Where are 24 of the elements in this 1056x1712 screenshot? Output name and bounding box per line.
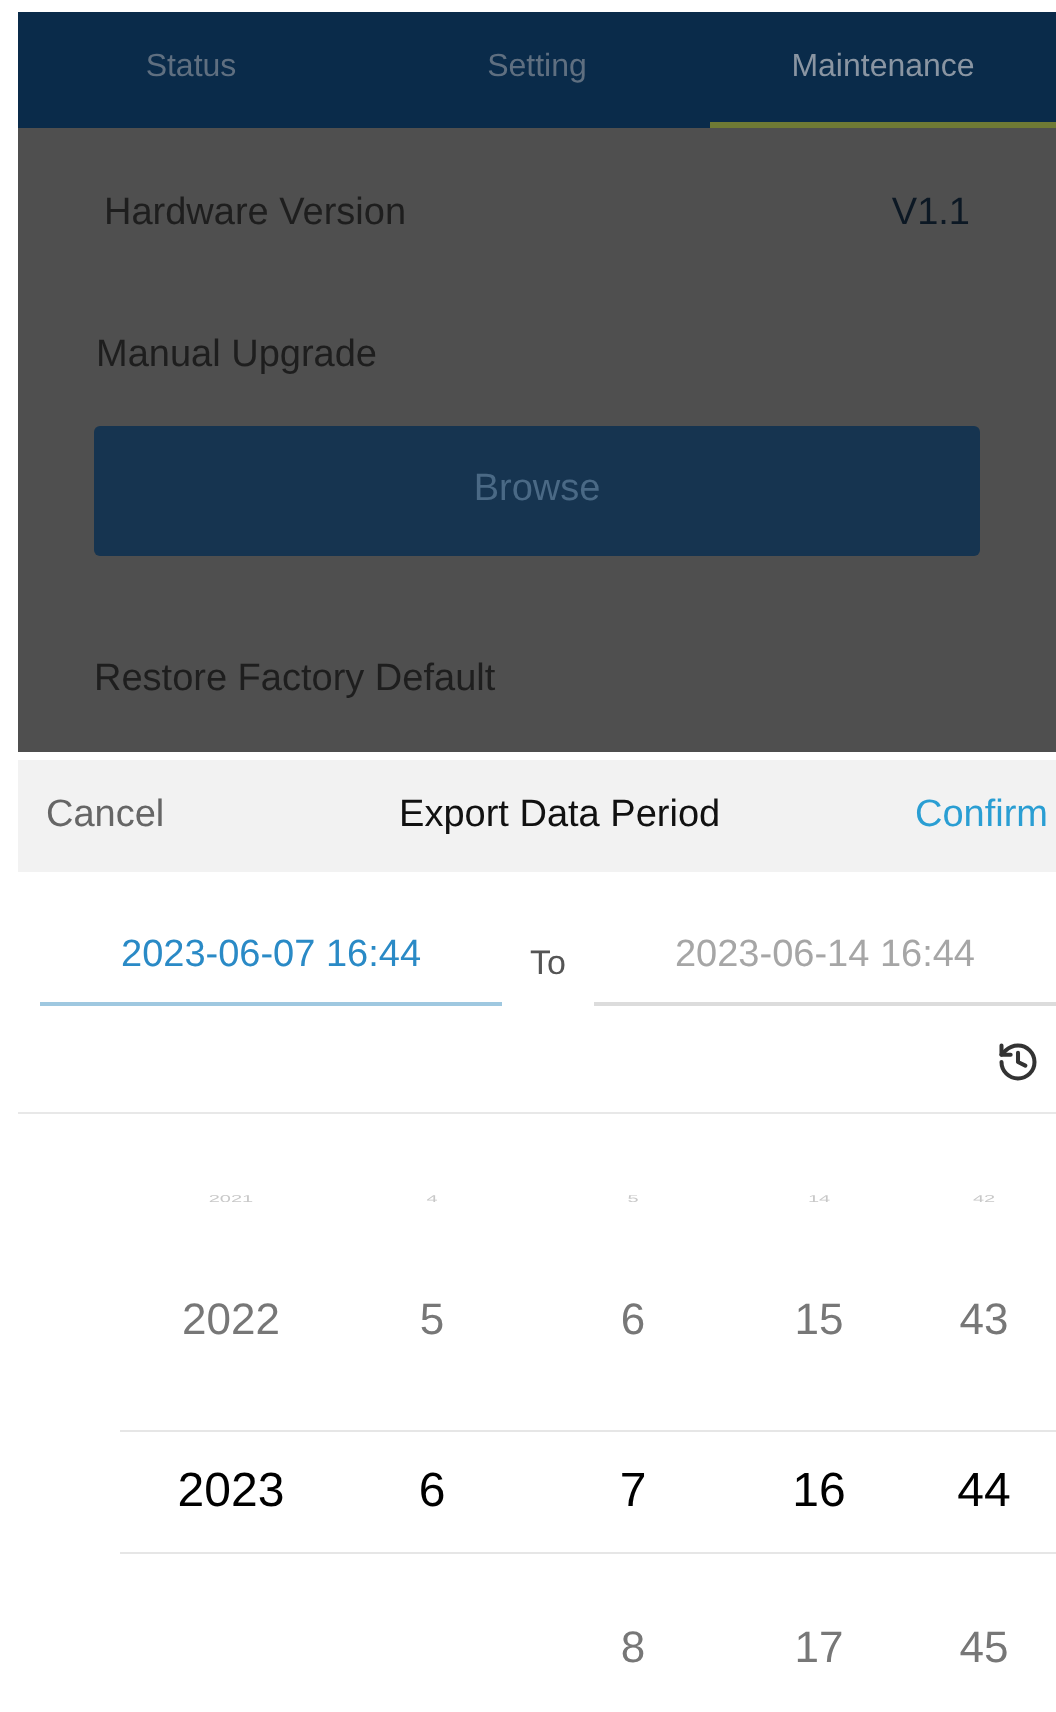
picker-value[interactable]: 6 xyxy=(620,1286,646,1352)
picker-value[interactable]: 44 xyxy=(957,1455,1011,1527)
confirm-button[interactable]: Confirm xyxy=(914,787,1048,845)
picker-value[interactable]: 15 xyxy=(794,1286,844,1352)
tab[interactable]: Status xyxy=(18,12,364,128)
tab[interactable]: Setting xyxy=(364,12,710,128)
picker-value[interactable]: 43 xyxy=(959,1286,1009,1352)
picker-value[interactable]: 45 xyxy=(959,1613,1009,1679)
date-field[interactable]: 2023-06-07 16:44 xyxy=(40,920,503,1005)
to-label: To xyxy=(530,942,566,986)
picker-value[interactable]: 5 xyxy=(419,1286,445,1352)
cancel-button[interactable]: Cancel xyxy=(46,787,165,845)
picker-value[interactable]: 16 xyxy=(792,1455,846,1527)
date-field[interactable]: 2023-06-14 16:44 xyxy=(593,920,1056,1005)
history-icon[interactable] xyxy=(996,1039,1040,1083)
picker-value[interactable]: 17 xyxy=(794,1613,844,1679)
picker-value[interactable]: 8 xyxy=(620,1613,646,1679)
tab[interactable]: Maintenance xyxy=(710,12,1056,128)
picker-value[interactable]: 2022 xyxy=(182,1286,280,1352)
picker-value[interactable]: 6 xyxy=(418,1455,446,1527)
picker-value[interactable]: 2023 xyxy=(177,1455,285,1527)
picker-value[interactable]: 7 xyxy=(619,1455,647,1527)
version-value: V1.1 xyxy=(891,190,970,238)
dialog-title: Export Data Period xyxy=(397,791,721,840)
